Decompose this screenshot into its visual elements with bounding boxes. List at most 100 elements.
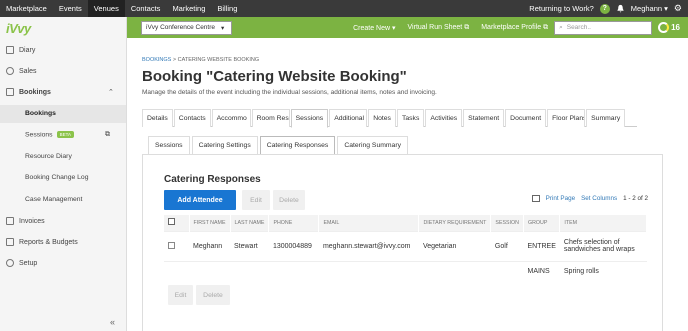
tab-accommodation[interactable]: Accommo [211, 109, 251, 127]
breadcrumb-bookings-link[interactable]: BOOKINGS [142, 57, 171, 63]
user-name: Meghann [630, 4, 663, 13]
venue-toolbar-links: Create New ▾ Virtual Run Sheet ⧉ Marketp… [353, 24, 548, 32]
bell-icon[interactable] [616, 4, 625, 13]
tab-details[interactable]: Details [142, 109, 173, 127]
phone-cell: 1300004889 [268, 230, 319, 261]
column-header[interactable]: EMAIL [318, 215, 420, 231]
invoice-icon [6, 217, 14, 225]
search-placeholder: Search.. [566, 24, 591, 31]
marketplace-profile-label: Marketplace Profile [481, 23, 542, 31]
print-page-link[interactable]: Print Page [546, 195, 575, 202]
subtab-catering-summary[interactable]: Catering Summary [337, 136, 408, 154]
table-header-row: FIRST NAME LAST NAME PHONE EMAIL DIETARY… [164, 215, 647, 231]
gear-icon[interactable]: ⚙ [674, 3, 682, 14]
sidebar-item-setup[interactable]: Setup [6, 259, 37, 267]
logo: iVvy [6, 21, 31, 36]
sidebar-item-reports[interactable]: Reports & Budgets [6, 238, 78, 246]
nav-events[interactable]: Events [53, 0, 88, 17]
tab-additional[interactable]: Additional [329, 109, 368, 127]
notification-counter[interactable]: 16 [658, 22, 680, 33]
page-title: Booking "Catering Website Booking" [142, 68, 407, 85]
column-header[interactable]: LAST NAME [230, 215, 270, 231]
venue-select[interactable]: iVvy Conference Centre ▾ [141, 20, 232, 35]
collapse-sidebar-icon[interactable]: « [110, 317, 115, 327]
edit-button[interactable]: Edit [242, 190, 270, 210]
session-cell: Golf [490, 230, 524, 261]
sidebar-sub-bookings[interactable]: Bookings [25, 110, 56, 117]
sidebar-sub-resource-diary[interactable]: Resource Diary [25, 153, 72, 160]
subtab-catering-responses[interactable]: Catering Responses [259, 136, 336, 154]
sidebar-sub-case-management[interactable]: Case Management [25, 196, 82, 203]
edit-button-bottom[interactable]: Edit [168, 285, 193, 305]
external-link-icon: ⧉ [464, 23, 470, 31]
create-new-label: Create New [353, 24, 391, 32]
sidebar-item-label: Sales [19, 67, 37, 75]
tab-summary[interactable]: Summary [586, 109, 626, 127]
row-checkbox[interactable] [168, 241, 175, 249]
session-subtabs: Sessions Catering Settings Catering Resp… [148, 136, 410, 154]
search-input[interactable]: ⌕ Search.. [554, 20, 653, 35]
help-icon[interactable]: ? [599, 3, 610, 14]
tab-sessions[interactable]: Sessions [290, 109, 329, 128]
sidebar-sub-label: Sessions [25, 131, 53, 139]
sidebar-sub-sessions[interactable]: Sessions BETA ⧉ [25, 131, 110, 139]
tab-activities[interactable]: Activities [425, 109, 463, 127]
table-row[interactable]: Meghann Stewart 1300004889 meghann.stewa… [164, 230, 647, 261]
select-all-checkbox[interactable] [168, 218, 175, 226]
nav-venues[interactable]: Venues [87, 0, 125, 17]
tab-documents[interactable]: Document [505, 109, 547, 127]
top-right-tools: Returning to Work? ? Meghann ▾ ⚙ [529, 3, 688, 14]
column-header[interactable]: SESSION [490, 215, 524, 231]
chevron-down-icon: ▾ [664, 4, 668, 13]
gear-icon [6, 259, 14, 267]
virtual-run-sheet-link[interactable]: Virtual Run Sheet ⧉ [408, 24, 470, 32]
tab-tasks[interactable]: Tasks [396, 109, 425, 127]
external-link-icon: ⧉ [543, 23, 549, 31]
first-name-cell [189, 260, 230, 281]
tab-room-reservations[interactable]: Room Rese [251, 109, 290, 127]
sidebar-item-sales[interactable]: Sales [6, 67, 37, 75]
pagination-info: 1 - 2 of 2 [623, 195, 648, 202]
dietary-cell: Vegetarian [418, 230, 491, 261]
set-columns-link[interactable]: Set Columns [581, 195, 617, 202]
nav-contacts[interactable]: Contacts [125, 0, 167, 17]
sidebar-item-diary[interactable]: Diary [6, 46, 35, 54]
first-name-cell: Meghann [189, 230, 230, 261]
tab-floor-plans[interactable]: Floor Plans [547, 109, 586, 127]
column-header[interactable]: PHONE [268, 215, 320, 231]
table-row[interactable]: MAINS Spring rolls [164, 260, 647, 281]
notification-count: 16 [671, 23, 680, 32]
column-header[interactable]: FIRST NAME [189, 215, 231, 231]
sidebar-item-label: Reports & Budgets [19, 238, 78, 246]
column-header[interactable]: GROUP [523, 215, 561, 231]
venue-toolbar: iVvy Conference Centre ▾ Create New ▾ Vi… [127, 17, 688, 38]
subtab-sessions[interactable]: Sessions [148, 136, 190, 154]
column-header[interactable]: ITEM [559, 215, 647, 231]
sidebar-item-bookings[interactable]: Bookings ⌃ [6, 88, 114, 96]
external-link-icon[interactable]: ⧉ [105, 131, 110, 139]
sidebar-sub-booking-change-log[interactable]: Booking Change Log [25, 174, 89, 181]
returning-to-work-link[interactable]: Returning to Work? [529, 4, 593, 13]
nav-marketplace[interactable]: Marketplace [0, 0, 53, 17]
tab-statement[interactable]: Statement [463, 109, 505, 127]
user-menu[interactable]: Meghann ▾ [631, 4, 668, 13]
search-icon: ⌕ [559, 23, 563, 31]
column-header[interactable]: DIETARY REQUIREMENT [418, 215, 492, 231]
marketplace-profile-link[interactable]: Marketplace Profile ⧉ [481, 24, 548, 32]
subtab-catering-settings[interactable]: Catering Settings [191, 136, 258, 154]
nav-marketing[interactable]: Marketing [166, 0, 211, 17]
delete-button-bottom[interactable]: Delete [196, 285, 230, 305]
venue-select-value: iVvy Conference Centre [146, 24, 216, 31]
nav-billing[interactable]: Billing [211, 0, 243, 17]
tab-contacts[interactable]: Contacts [173, 109, 211, 127]
item-cell: Spring rolls [559, 260, 647, 281]
sales-icon [6, 67, 14, 75]
tab-notes[interactable]: Notes [368, 109, 396, 127]
delete-button[interactable]: Delete [273, 190, 305, 210]
sidebar-item-invoices[interactable]: Invoices [6, 217, 45, 225]
item-cell: Chefs selection of sandwiches and wraps [559, 230, 647, 261]
sidebar-item-label: Setup [19, 259, 38, 267]
create-new-menu[interactable]: Create New ▾ [353, 24, 395, 32]
add-attendee-button[interactable]: Add Attendee [164, 190, 236, 210]
sidebar-active-highlight [0, 105, 126, 123]
